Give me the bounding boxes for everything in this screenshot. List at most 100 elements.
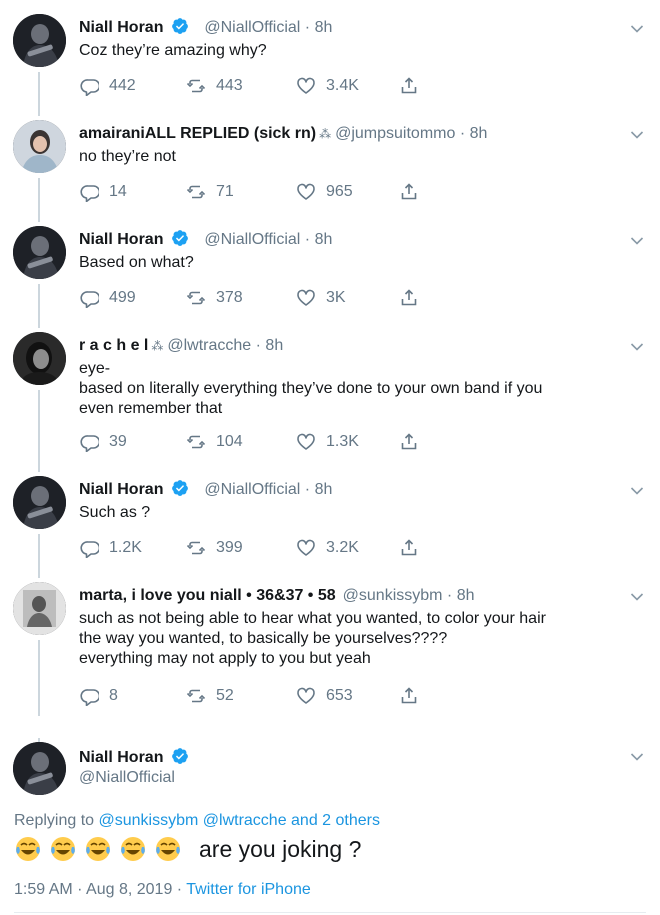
tweet-time[interactable]: 8h: [315, 481, 333, 498]
thread-connector: [38, 178, 40, 212]
chevron-down-icon[interactable]: [630, 236, 644, 246]
reply-count: 14: [109, 183, 127, 200]
thread-tweet[interactable]: amairaniALL REPLIED (sick rn) ⁂ @jumpsuito…: [0, 106, 660, 212]
replying-to-line: Replying to @sunkissybm @lwtracche and 2…: [14, 810, 380, 832]
share-button[interactable]: [399, 685, 429, 707]
reply-button[interactable]: 14: [79, 181, 127, 203]
reply-button[interactable]: 8: [79, 685, 118, 707]
name-glyph: ⁂: [319, 127, 332, 141]
share-button[interactable]: [399, 431, 429, 453]
retweet-count: 71: [216, 183, 234, 200]
like-button[interactable]: 965: [296, 181, 353, 203]
share-icon: [401, 77, 417, 94]
tweet-time[interactable]: 8h: [315, 231, 333, 248]
chevron-down-icon[interactable]: [630, 486, 644, 496]
share-button[interactable]: [399, 287, 429, 309]
timestamp[interactable]: 1:59 AM · Aug 8, 2019 ·: [14, 881, 186, 898]
tweet-meta: 1:59 AM · Aug 8, 2019 · Twitter for iPho…: [14, 879, 311, 901]
reply-count: 1.2K: [109, 539, 142, 556]
heart-icon: [297, 687, 315, 704]
heart-icon: [297, 289, 315, 306]
tweet-time[interactable]: 8h: [470, 125, 488, 142]
avatar[interactable]: [13, 226, 66, 279]
tweet-header: r a c h e l ⁂ @lwtracche · 8h: [79, 335, 620, 357]
author-handle[interactable]: @jumpsuitommo: [335, 125, 455, 142]
thread-tweet[interactable]: Niall Horan @NiallOfficial · 8h Based on…: [0, 212, 660, 318]
heart-icon: [297, 77, 315, 94]
author-handle[interactable]: @NiallOfficial: [204, 19, 300, 36]
retweet-count: 52: [216, 687, 234, 704]
verified-badge-icon: [172, 480, 188, 496]
like-button[interactable]: 653: [296, 685, 353, 707]
thread-tweet[interactable]: Niall Horan @NiallOfficial · 8h Such as …: [0, 462, 660, 568]
author-handle[interactable]: @NiallOfficial: [79, 767, 175, 789]
replying-users-link[interactable]: @sunkissybm @lwtracche and 2 others: [99, 812, 380, 829]
chevron-down-icon[interactable]: [630, 24, 644, 34]
chevron-down-icon[interactable]: [630, 342, 644, 352]
avatar-photo-icon: [13, 582, 66, 635]
author-name[interactable]: Niall Horan: [79, 19, 163, 36]
avatar[interactable]: [13, 476, 66, 529]
author-handle[interactable]: @NiallOfficial: [204, 481, 300, 498]
chevron-down-icon[interactable]: [630, 752, 644, 762]
like-button[interactable]: 3K: [296, 287, 346, 309]
thread-tweet[interactable]: Niall Horan @NiallOfficial · 8h Coz they…: [0, 0, 660, 106]
reply-button[interactable]: 1.2K: [79, 537, 142, 559]
tweet-time[interactable]: 8h: [457, 587, 475, 604]
avatar[interactable]: [13, 332, 66, 385]
like-count: 653: [326, 687, 353, 704]
reply-button[interactable]: 39: [79, 431, 127, 453]
avatar-photo-icon: [13, 226, 66, 279]
reply-icon: [80, 79, 99, 96]
reply-button[interactable]: 499: [79, 287, 136, 309]
retweet-button[interactable]: 52: [186, 685, 234, 707]
retweet-button[interactable]: 71: [186, 181, 234, 203]
author-name[interactable]: r a c h e l: [79, 337, 148, 354]
tweet-actions: 442 443 3.4K: [79, 75, 439, 97]
avatar[interactable]: [13, 582, 66, 635]
author-handle[interactable]: @NiallOfficial: [204, 231, 300, 248]
thread-connector: [38, 106, 40, 116]
share-button[interactable]: [399, 75, 429, 97]
share-icon: [401, 183, 417, 200]
retweet-icon: [186, 79, 206, 93]
tweet-text: no they’re not: [79, 148, 176, 165]
separator-dot: ·: [251, 337, 266, 354]
thread-tweet[interactable]: r a c h e l ⁂ @lwtracche · 8h eye- based o…: [0, 318, 660, 462]
separator-dot: ·: [455, 125, 470, 142]
chevron-down-icon[interactable]: [630, 592, 644, 602]
retweet-button[interactable]: 443: [186, 75, 243, 97]
tweet-time[interactable]: 8h: [315, 19, 333, 36]
retweet-button[interactable]: 104: [186, 431, 243, 453]
thread-connector: [38, 568, 40, 578]
separator-dot: ·: [300, 19, 315, 36]
author-handle[interactable]: @sunkissybm: [343, 587, 443, 604]
avatar-photo-icon: [13, 742, 66, 795]
author-name[interactable]: marta, i love you niall • 36&37 • 58: [79, 587, 336, 604]
retweet-button[interactable]: 378: [186, 287, 243, 309]
chevron-down-icon[interactable]: [630, 130, 644, 140]
author-name[interactable]: Niall Horan: [79, 749, 163, 766]
share-button[interactable]: [399, 181, 429, 203]
avatar[interactable]: [13, 120, 66, 173]
reply-icon: [80, 541, 99, 558]
heart-icon: [297, 183, 315, 200]
author-name[interactable]: amairaniALL REPLIED (sick rn): [79, 125, 316, 142]
like-button[interactable]: 1.3K: [296, 431, 359, 453]
tweet-actions: 39 104 1.3K: [79, 431, 439, 453]
author-handle[interactable]: @lwtracche: [167, 337, 251, 354]
avatar[interactable]: [13, 14, 66, 67]
tweet-time[interactable]: 8h: [265, 337, 283, 354]
retweet-count: 378: [216, 289, 243, 306]
source-link[interactable]: Twitter for iPhone: [186, 881, 311, 898]
thread-connector: [38, 318, 40, 328]
retweet-button[interactable]: 399: [186, 537, 243, 559]
share-button[interactable]: [399, 537, 429, 559]
author-name[interactable]: Niall Horan: [79, 481, 163, 498]
like-button[interactable]: 3.2K: [296, 537, 359, 559]
avatar[interactable]: [13, 742, 66, 795]
reply-button[interactable]: 442: [79, 75, 136, 97]
author-name[interactable]: Niall Horan: [79, 231, 163, 248]
like-button[interactable]: 3.4K: [296, 75, 359, 97]
thread-tweet[interactable]: marta, i love you niall • 36&37 • 58 @sun…: [0, 568, 660, 716]
